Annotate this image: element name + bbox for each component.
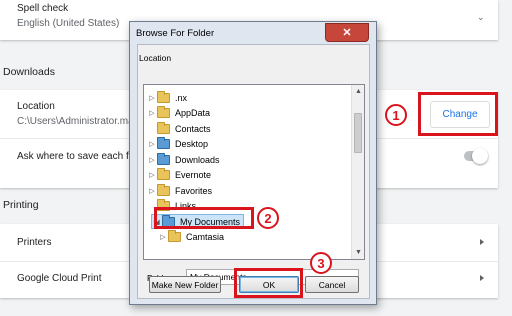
tree-item[interactable]: ▷ .nx: [147, 90, 187, 105]
ask-where-toggle[interactable]: [464, 148, 488, 164]
tree-item-label: Contacts: [175, 123, 211, 134]
scroll-thumb[interactable]: [354, 113, 362, 153]
downloads-folder-icon: [157, 152, 170, 165]
folder-icon: [157, 90, 170, 103]
tree-item[interactable]: ▷ Downloads: [147, 152, 220, 167]
tree-item-label: Evernote: [175, 170, 212, 180]
callout-number-1: 1: [385, 104, 407, 126]
tree-scrollbar[interactable]: ▲ ▼: [351, 85, 364, 259]
location-title: Location: [17, 101, 55, 112]
tree-item-label: .nx: [175, 92, 188, 103]
downloads-section-title: Downloads: [3, 66, 55, 78]
collapsed-arrow-icon[interactable]: ▷: [147, 94, 157, 102]
tree-item-label: Camtasia: [186, 232, 225, 242]
cloud-print-item[interactable]: Google Cloud Print: [17, 273, 102, 284]
callout-box-ok: [234, 268, 303, 298]
tree-item-label: Favorites: [175, 185, 213, 196]
scroll-up-icon[interactable]: ▲: [352, 85, 364, 98]
desktop-folder-icon: [157, 137, 170, 149]
close-button[interactable]: ✕: [325, 23, 369, 42]
printing-section-title: Printing: [3, 199, 39, 211]
contacts-icon: [157, 121, 170, 134]
collapsed-arrow-icon[interactable]: ▷: [147, 156, 157, 164]
collapsed-arrow-icon[interactable]: ▷: [147, 171, 157, 179]
location-path: C:\Users\Administrator.ma: [17, 116, 134, 127]
printers-item[interactable]: Printers: [17, 237, 51, 248]
callout-number-3: 3: [310, 252, 332, 274]
browse-for-folder-dialog: Browse For Folder ✕ Location ▲ ▼ ▷ .nx ▷ Ap…: [129, 21, 377, 305]
tree-item[interactable]: Contacts: [147, 121, 211, 136]
callout-number-2: 2: [257, 207, 279, 229]
cancel-button[interactable]: Cancel: [305, 276, 359, 293]
tree-item-label: Desktop: [175, 139, 209, 149]
dialog-title: Browse For Folder: [136, 28, 215, 39]
folder-tree[interactable]: ▲ ▼ ▷ .nx ▷ AppData Contacts ▷ Desktop ▷ Downloa…: [143, 84, 365, 260]
collapsed-arrow-icon[interactable]: ▷: [147, 140, 157, 148]
folder-icon: [168, 230, 181, 242]
tree-item[interactable]: ▷ Favorites: [147, 183, 212, 198]
folder-icon: [157, 168, 170, 180]
callout-box-my-documents: [154, 207, 254, 229]
scroll-down-icon[interactable]: ▼: [352, 246, 364, 259]
tree-item[interactable]: ▷ Evernote: [147, 168, 211, 183]
spell-check-title: Spell check: [17, 3, 69, 14]
collapsed-arrow-icon[interactable]: ▷: [147, 187, 157, 195]
chevron-down-icon[interactable]: ⌄: [477, 12, 485, 23]
toggle-knob: [472, 148, 488, 164]
collapsed-arrow-icon[interactable]: ▷: [147, 109, 157, 117]
tree-item[interactable]: ▷ Camtasia: [158, 230, 224, 245]
tree-item-label: AppData: [175, 108, 211, 118]
collapsed-arrow-icon[interactable]: ▷: [158, 233, 168, 241]
tree-item-label: Downloads: [175, 154, 220, 165]
chevron-right-icon[interactable]: [480, 275, 484, 281]
folder-icon: [157, 106, 170, 118]
location-label: Location: [139, 53, 172, 63]
callout-box-change: [418, 92, 498, 136]
spell-check-language: English (United States): [17, 18, 120, 29]
ask-where-label: Ask where to save each file: [17, 151, 139, 162]
make-new-folder-button[interactable]: Make New Folder: [149, 276, 221, 293]
chevron-right-icon[interactable]: [480, 239, 484, 245]
favorites-folder-icon: [157, 183, 170, 196]
tree-item[interactable]: ▷ AppData: [147, 106, 210, 121]
tree-item[interactable]: ▷ Desktop: [147, 137, 208, 152]
